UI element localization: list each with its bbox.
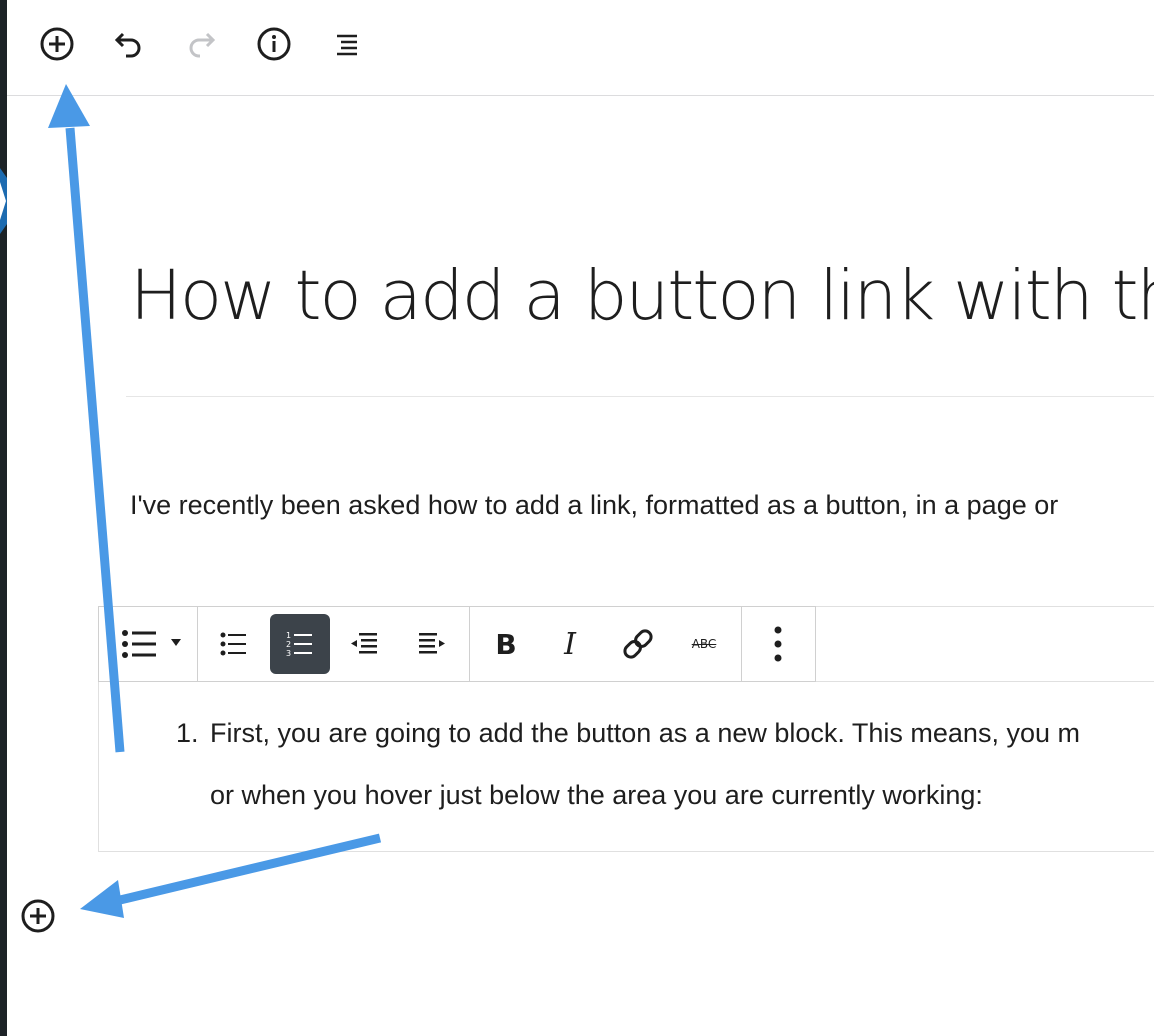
title-divider	[126, 396, 1154, 397]
add-block-button[interactable]	[35, 22, 79, 66]
list-item-number: 1.	[176, 718, 199, 748]
outdent-icon	[351, 633, 377, 654]
list-view-icon	[337, 34, 357, 56]
undo-icon	[114, 32, 141, 58]
strikethrough-button[interactable]: ABC	[674, 614, 734, 674]
unordered-list-button[interactable]	[204, 614, 264, 674]
redo-icon	[189, 32, 216, 58]
more-options-button[interactable]	[748, 614, 808, 674]
more-options-icon	[774, 626, 782, 662]
editor-top-toolbar	[7, 0, 1154, 96]
toolbar-separator	[469, 607, 470, 681]
paragraph-block[interactable]: I've recently been asked how to add a li…	[130, 490, 1058, 521]
info-icon	[257, 27, 291, 61]
svg-text:1: 1	[286, 631, 291, 640]
unordered-list-icon	[220, 632, 246, 656]
indent-button[interactable]	[402, 614, 462, 674]
link-icon	[623, 629, 653, 659]
add-block-icon	[21, 899, 55, 933]
italic-icon: I	[564, 626, 576, 662]
redo-button[interactable]	[179, 22, 223, 66]
list-item-line: or when you hover just below the area yo…	[210, 780, 983, 810]
indent-icon	[419, 633, 445, 654]
list-type-icon	[122, 630, 181, 658]
strikethrough-icon: ABC	[691, 637, 717, 651]
post-title[interactable]: How to add a button link with th	[130, 256, 1154, 336]
add-block-icon	[40, 27, 74, 61]
sidebar-notch-icon	[0, 168, 7, 234]
admin-sidebar-edge	[0, 0, 7, 1036]
list-view-button[interactable]	[325, 22, 369, 66]
link-button[interactable]	[608, 614, 668, 674]
toolbar-separator	[741, 607, 742, 681]
details-button[interactable]	[252, 22, 296, 66]
undo-button[interactable]	[107, 22, 151, 66]
inserter-button[interactable]	[18, 896, 58, 936]
block-type-button[interactable]	[112, 614, 188, 674]
italic-button[interactable]: I	[540, 614, 600, 674]
list-item-line: First, you are going to add the button a…	[210, 718, 1080, 748]
ordered-list-button[interactable]: 1 2 3	[270, 614, 330, 674]
toolbar-separator	[197, 607, 198, 681]
bold-button[interactable]: B	[476, 614, 536, 674]
outdent-button[interactable]	[334, 614, 394, 674]
bold-icon: B	[495, 627, 517, 661]
ordered-list-icon: 1 2 3	[286, 631, 312, 658]
svg-text:2: 2	[286, 640, 291, 649]
svg-text:3: 3	[286, 649, 291, 658]
